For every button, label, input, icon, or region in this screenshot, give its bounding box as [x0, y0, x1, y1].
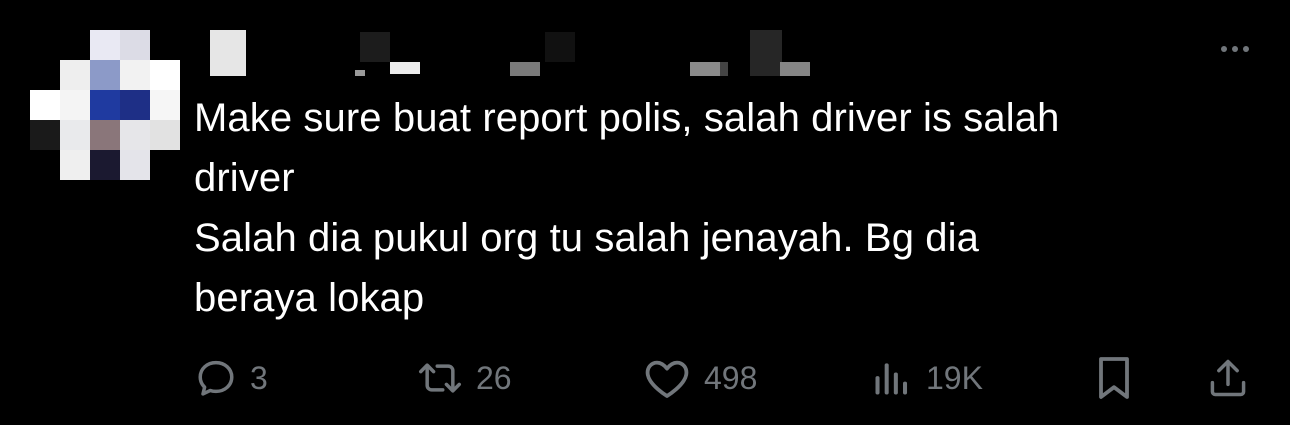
tweet-card[interactable]: Make sure buat report polis, salah drive… — [0, 0, 1290, 425]
more-dot-icon — [1232, 46, 1238, 52]
more-dot-icon — [1221, 46, 1227, 52]
like-button[interactable]: 498 — [642, 350, 757, 406]
tweet-text-line: Make sure buat report polis, salah drive… — [194, 96, 1060, 140]
views-count: 19K — [926, 359, 983, 396]
tweet-text-line: driver — [194, 156, 295, 200]
heart-icon — [645, 360, 689, 398]
reply-bubble-icon — [198, 360, 234, 396]
author-name-redacted[interactable] — [205, 28, 825, 80]
more-dot-icon — [1243, 46, 1249, 52]
bookmark-button[interactable] — [1092, 350, 1136, 406]
like-count: 498 — [704, 359, 758, 396]
repost-button[interactable]: 26 — [416, 350, 512, 406]
avatar[interactable] — [30, 30, 180, 180]
tweet-text: Make sure buat report polis, salah drive… — [194, 88, 1254, 328]
share-upload-icon — [1210, 359, 1246, 397]
views-button[interactable]: 19K — [870, 350, 983, 406]
views-bar-chart-icon — [875, 363, 908, 395]
tweet-text-line: Salah dia pukul org tu salah jenayah. Bg… — [194, 216, 979, 260]
share-button[interactable] — [1206, 350, 1250, 406]
more-options-button[interactable] — [1210, 34, 1260, 64]
reply-button[interactable]: 3 — [194, 350, 268, 406]
repost-count: 26 — [476, 359, 512, 396]
repost-icon — [419, 363, 461, 393]
reply-count: 3 — [250, 359, 268, 396]
bookmark-icon — [1099, 357, 1129, 399]
tweet-text-line: beraya lokap — [194, 276, 425, 320]
action-bar: 3 26 498 19K — [194, 350, 1264, 406]
